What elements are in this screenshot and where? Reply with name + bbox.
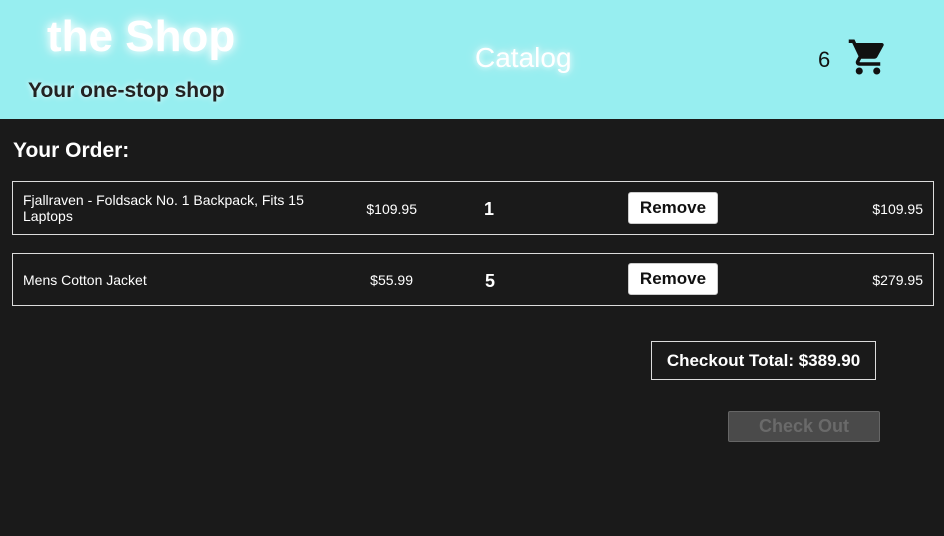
shopping-cart-icon[interactable] <box>847 35 889 79</box>
item-quantity: 5 <box>485 271 496 291</box>
remove-button[interactable]: Remove <box>628 263 718 295</box>
site-header: the Shop Your one-stop shop Catalog 6 <box>0 0 944 119</box>
item-name: Mens Cotton Jacket <box>23 272 147 288</box>
item-quantity: 1 <box>484 199 495 219</box>
item-name: Fjallraven - Foldsack No. 1 Backpack, Fi… <box>23 192 304 224</box>
checkout-total: Checkout Total: $389.90 <box>651 341 876 380</box>
cart-count: 6 <box>818 47 831 72</box>
order-heading: Your Order: <box>13 139 130 162</box>
brand-tagline: Your one-stop shop <box>28 79 225 102</box>
item-price: $109.95 <box>366 201 417 217</box>
order-item-row: Fjallraven - Foldsack No. 1 Backpack, Fi… <box>12 181 934 235</box>
item-subtotal: $279.95 <box>872 272 923 288</box>
item-subtotal: $109.95 <box>872 201 923 217</box>
nav-catalog-link[interactable]: Catalog <box>475 42 572 74</box>
item-price: $55.99 <box>370 272 413 288</box>
brand-title: the Shop <box>47 12 236 61</box>
checkout-button[interactable]: Check Out <box>728 411 880 442</box>
remove-button[interactable]: Remove <box>628 192 718 224</box>
order-item-row: Mens Cotton Jacket $55.99 5 Remove $279.… <box>12 253 934 306</box>
